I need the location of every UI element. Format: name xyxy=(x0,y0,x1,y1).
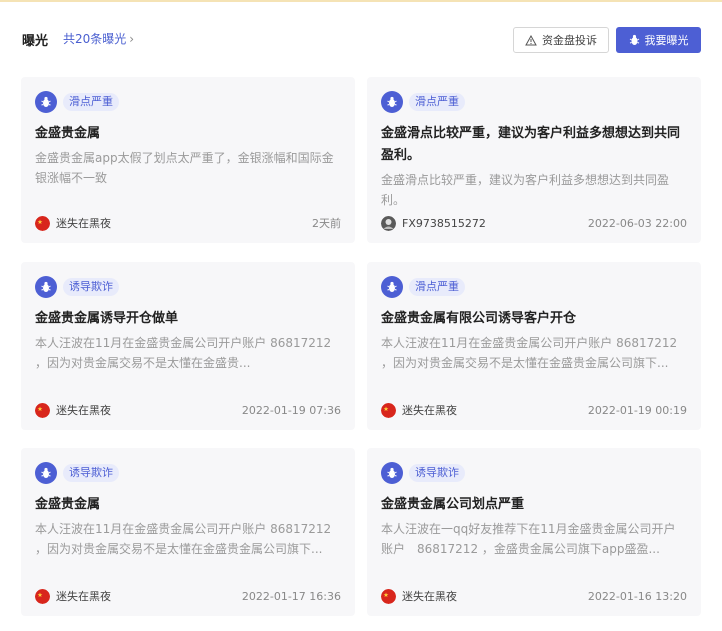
card-title: 金盛贵金属 xyxy=(35,497,101,512)
bug-icon xyxy=(381,91,403,113)
bug-icon xyxy=(381,276,403,298)
card-tag-row: 滑点严重 xyxy=(35,91,341,113)
chevron-right-icon: › xyxy=(129,31,135,46)
flag-icon xyxy=(381,588,396,604)
card-description: 本人汪波在11月在金盛贵金属公司开户账户 86817212 ，因为对贵金属交易不… xyxy=(35,336,332,370)
exposure-card[interactable]: 诱导欺诈 金盛贵金属诱导开仓做单 本人汪波在11月在金盛贵金属公司开户账户 86… xyxy=(21,262,355,430)
card-author: 迷失在黑夜 xyxy=(381,402,457,418)
card-tag: 滑点严重 xyxy=(409,278,465,296)
card-tag: 滑点严重 xyxy=(409,93,465,111)
card-time: 2天前 xyxy=(312,217,341,230)
card-time: 2022-01-17 16:36 xyxy=(241,589,341,603)
card-tag-row: 滑点严重 xyxy=(381,276,687,298)
exposure-count-label: 共20条曝光 xyxy=(63,32,127,46)
exposure-card[interactable]: 滑点严重 金盛贵金属 金盛贵金属app太假了划点太严重了，金银涨幅和国际金银涨幅… xyxy=(21,77,355,243)
bug-icon xyxy=(629,34,639,45)
card-author: FX9738515272 xyxy=(381,216,486,231)
card-title: 金盛滑点比较严重，建议为客户利益多想想达到共同盈利。 xyxy=(381,126,681,163)
expose-button-label: 我要曝光 xyxy=(644,34,689,47)
card-title: 金盛贵金属有限公司诱导客户开仓 xyxy=(381,311,577,326)
card-author: 迷失在黑夜 xyxy=(381,588,457,604)
complaint-button-label: 资金盘投诉 xyxy=(542,34,597,47)
card-time: 2022-01-16 13:20 xyxy=(587,589,687,603)
card-time: 2022-01-19 07:36 xyxy=(241,403,341,417)
page-title: 曝光 xyxy=(22,34,49,49)
card-footer: 迷失在黑夜 2022-01-17 16:36 xyxy=(35,588,341,604)
page-header: 曝光 共20条曝光 › 资金盘投诉 我要曝光 xyxy=(0,2,722,58)
card-footer: 迷失在黑夜 2022-01-19 07:36 xyxy=(35,402,341,418)
exposure-card[interactable]: 滑点严重 金盛贵金属有限公司诱导客户开仓 本人汪波在11月在金盛贵金属公司开户账… xyxy=(367,262,701,430)
complaint-button[interactable]: 资金盘投诉 xyxy=(513,27,609,53)
card-description: 金盛滑点比较严重，建议为客户利益多想想达到共同盈利。 xyxy=(381,173,670,207)
bug-icon xyxy=(381,462,403,484)
exposure-card[interactable]: 诱导欺诈 金盛贵金属公司划点严重 本人汪波在一qq好友推荐下在11月金盛贵金属公… xyxy=(367,448,701,616)
card-author-name: 迷失在黑夜 xyxy=(56,217,111,230)
card-author: 迷失在黑夜 xyxy=(35,588,111,604)
card-footer: 迷失在黑夜 2022-01-16 13:20 xyxy=(381,588,687,604)
bug-icon xyxy=(35,462,57,484)
bug-icon xyxy=(35,91,57,113)
card-author-name: 迷失在黑夜 xyxy=(56,404,111,417)
card-tag-row: 诱导欺诈 xyxy=(381,462,687,484)
card-author-name: 迷失在黑夜 xyxy=(402,404,457,417)
card-title: 金盛贵金属公司划点严重 xyxy=(381,497,525,512)
card-tag: 诱导欺诈 xyxy=(409,464,465,482)
card-footer: FX9738515272 2022-06-03 22:00 xyxy=(381,216,687,231)
card-time: 2022-01-19 00:19 xyxy=(587,403,687,417)
card-tag: 诱导欺诈 xyxy=(63,278,119,296)
user-avatar-icon xyxy=(381,216,396,231)
flag-icon xyxy=(381,402,396,418)
card-description: 本人汪波在11月在金盛贵金属公司开户账户 86817212 ，因为对贵金属交易不… xyxy=(381,336,678,370)
card-time: 2022-06-03 22:00 xyxy=(587,217,687,230)
card-tag: 滑点严重 xyxy=(63,93,119,111)
exposure-card[interactable]: 滑点严重 金盛滑点比较严重，建议为客户利益多想想达到共同盈利。 金盛滑点比较严重… xyxy=(367,77,701,243)
card-title: 金盛贵金属 xyxy=(35,126,101,141)
exposure-count-link[interactable]: 共20条曝光 › xyxy=(63,30,134,47)
card-author-name: 迷失在黑夜 xyxy=(402,590,457,603)
card-tag-row: 诱导欺诈 xyxy=(35,462,341,484)
exposure-card[interactable]: 诱导欺诈 金盛贵金属 本人汪波在11月在金盛贵金属公司开户账户 86817212… xyxy=(21,448,355,616)
card-tag-row: 滑点严重 xyxy=(381,91,687,113)
card-author-name: FX9738515272 xyxy=(402,217,486,230)
card-description: 本人汪波在一qq好友推荐下在11月金盛贵金属公司开户账户 86817212 ，金… xyxy=(381,522,676,556)
flag-icon xyxy=(35,215,50,231)
card-description: 金盛贵金属app太假了划点太严重了，金银涨幅和国际金银涨幅不一致 xyxy=(35,151,334,185)
card-author: 迷失在黑夜 xyxy=(35,402,111,418)
card-tag-row: 诱导欺诈 xyxy=(35,276,341,298)
card-footer: 迷失在黑夜 2022-01-19 00:19 xyxy=(381,402,687,418)
card-footer: 迷失在黑夜 2天前 xyxy=(35,215,341,231)
card-title: 金盛贵金属诱导开仓做单 xyxy=(35,311,179,326)
card-author-name: 迷失在黑夜 xyxy=(56,590,111,603)
flag-icon xyxy=(35,402,50,418)
card-description: 本人汪波在11月在金盛贵金属公司开户账户 86817212 ，因为对贵金属交易不… xyxy=(35,522,332,556)
expose-button[interactable]: 我要曝光 xyxy=(616,27,701,53)
warning-icon xyxy=(525,34,537,45)
flag-icon xyxy=(35,588,50,604)
card-tag: 诱导欺诈 xyxy=(63,464,119,482)
bug-icon xyxy=(35,276,57,298)
card-author: 迷失在黑夜 xyxy=(35,215,111,231)
